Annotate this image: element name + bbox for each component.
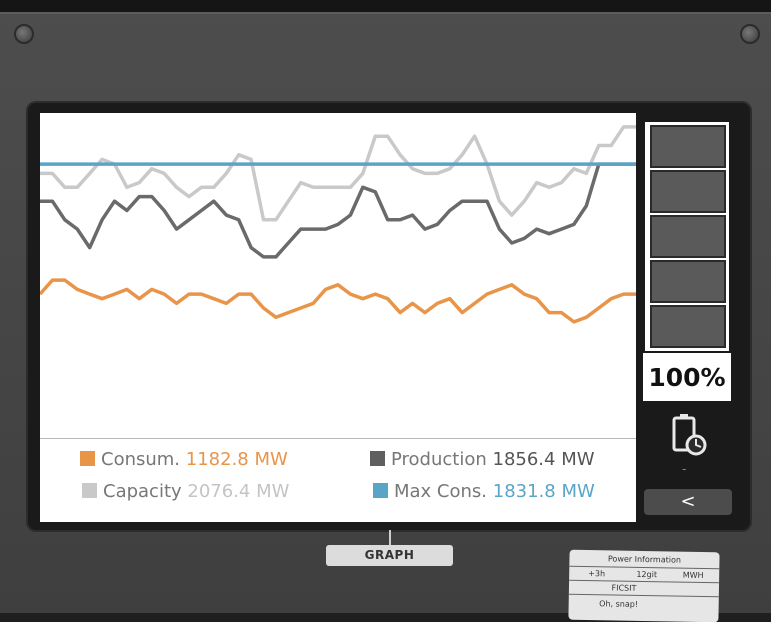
screw-icon [14,24,34,44]
max-consumption-label: Max Cons. [394,481,488,502]
battery-cell [650,215,726,258]
legend-max-consumption: Max Cons. 1831.8 MW [373,481,595,502]
consumption-label: Consum. [101,449,181,470]
legend-consumption: Consum. 1182.8 MW [80,449,288,470]
battery-meter [643,120,731,353]
production-value: 1856.4 MW [492,449,595,470]
battery-cell [650,125,726,168]
production-swatch [370,451,385,466]
battery-timer-icon [672,414,707,456]
info-card-col-2: 12git [636,569,658,580]
power-info-card: Power Information +3h 12git MWH FICSIT O… [568,549,720,622]
legend-production: Production 1856.4 MW [370,449,595,470]
max-consumption-swatch [373,483,388,498]
capacity-value: 2076.4 MW [187,481,290,502]
graph-tab-connector [389,530,391,545]
info-card-title: Power Information [607,554,682,565]
back-button[interactable]: < [644,489,732,515]
info-card-divider [568,593,719,598]
info-card-row-3: Oh, snap! [599,599,639,609]
capacity-label: Capacity [103,481,182,502]
info-card-col-1: +3h [588,569,606,579]
info-card-row-2: FICSIT [611,583,637,593]
power-graph: Consum. 1182.8 MW Production 1856.4 MW C… [40,113,636,522]
legend-divider [40,438,636,439]
info-card-divider [569,579,720,584]
consumption-swatch [80,451,95,466]
tab-graph[interactable]: GRAPH [326,545,453,566]
legend-capacity: Capacity 2076.4 MW [82,481,289,502]
battery-cell [650,260,726,303]
series-line-production [40,162,636,259]
consumption-value: 1182.8 MW [185,449,288,470]
battery-cell [650,305,726,348]
capacity-swatch [82,483,97,498]
series-line-consumption [40,278,636,324]
info-card-col-3: MWH [682,570,704,581]
line-chart [40,125,636,324]
battery-status-text: - [682,462,687,476]
battery-cell [650,170,726,213]
battery-percent: 100% [643,353,731,401]
screw-icon [740,24,760,44]
production-label: Production [391,449,487,470]
max-consumption-value: 1831.8 MW [492,481,595,502]
